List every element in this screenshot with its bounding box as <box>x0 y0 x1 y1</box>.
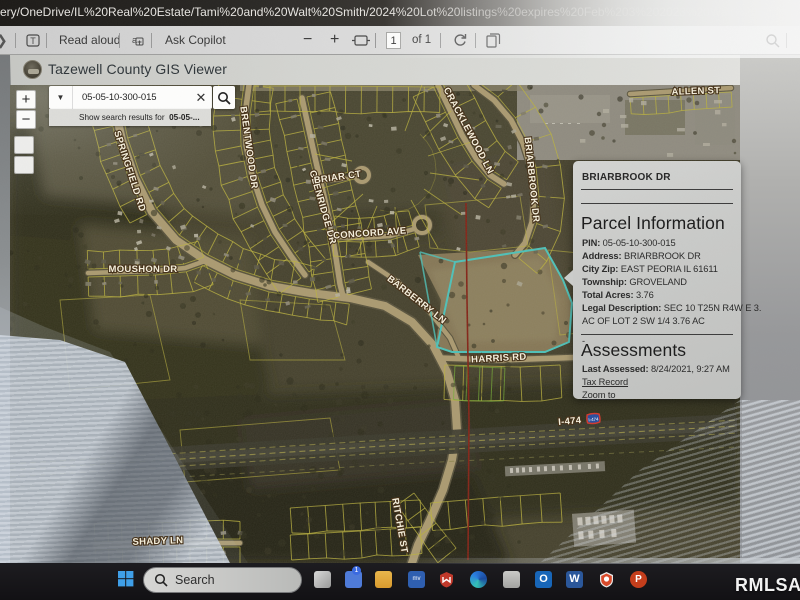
svg-text:SHADY LN: SHADY LN <box>132 535 183 548</box>
